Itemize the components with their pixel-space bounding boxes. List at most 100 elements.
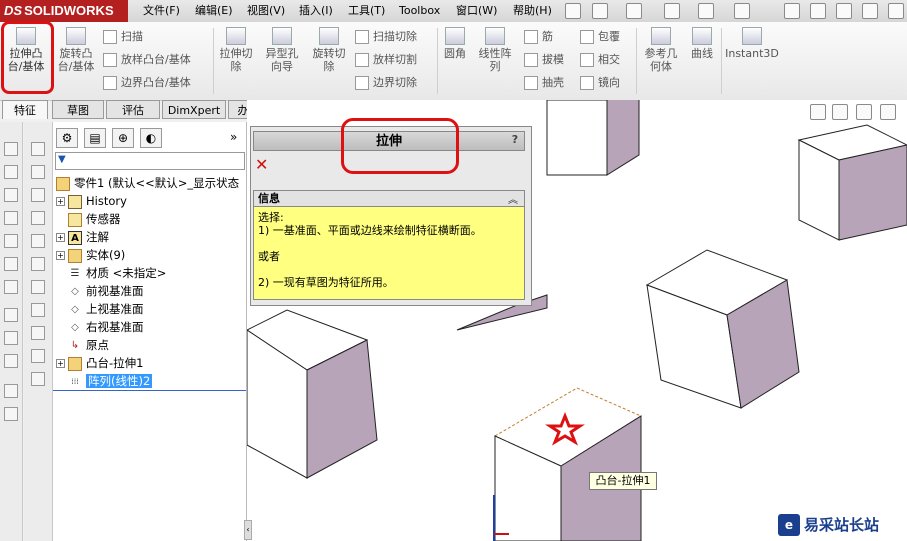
menu-edit[interactable]: 编辑(E) (195, 0, 233, 22)
intersect-button[interactable]: 相交 (580, 51, 620, 69)
undo-icon[interactable] (734, 3, 750, 19)
save-icon[interactable] (664, 3, 680, 19)
feature-tree-tab[interactable]: ⚙ (56, 128, 78, 148)
hole-wizard-button[interactable]: 异型孔向导 (261, 27, 303, 73)
tool-icon[interactable] (4, 308, 18, 322)
tool-icon[interactable] (31, 257, 45, 271)
wrap-button[interactable]: 包覆 (580, 28, 620, 46)
menu-toolbox[interactable]: Toolbox (399, 0, 440, 22)
tree-item-right-plane[interactable]: ◇ 右视基准面 (68, 318, 143, 336)
swept-cut-button[interactable]: 扫描切除 (355, 28, 417, 46)
tool-icon[interactable] (31, 303, 45, 317)
menu-insert[interactable]: 插入(I) (299, 0, 333, 22)
menu-file[interactable]: 文件(F) (143, 0, 180, 22)
pin-icon[interactable] (565, 3, 581, 19)
tool-icon[interactable] (4, 407, 18, 421)
tool-icon[interactable] (31, 188, 45, 202)
rib-button[interactable]: 筋 (524, 28, 553, 46)
tool-icon[interactable] (31, 326, 45, 340)
new-document-icon[interactable] (592, 3, 608, 19)
instant3d-button[interactable]: Instant3D (724, 27, 780, 60)
menu-help[interactable]: 帮助(H) (513, 0, 552, 22)
fillet-button[interactable]: 圆角 (440, 27, 470, 60)
tool-icon[interactable] (4, 142, 18, 156)
rollback-bar[interactable] (53, 390, 246, 391)
expand-icon[interactable]: + (56, 251, 65, 260)
linear-pattern-button[interactable]: 线性阵列 (474, 27, 516, 73)
tool-icon[interactable] (31, 280, 45, 294)
tree-item-origin[interactable]: ↳ 原点 (68, 336, 109, 354)
open-folder-icon[interactable] (626, 3, 642, 19)
curves-button[interactable]: 曲线 (686, 27, 718, 60)
file-properties-icon[interactable] (810, 3, 826, 19)
tool-icon[interactable] (31, 234, 45, 248)
tree-filter-input[interactable] (55, 152, 245, 170)
section-view-icon[interactable] (880, 104, 896, 120)
tree-item-material[interactable]: ☰ 材质 <未指定> (68, 264, 167, 282)
tool-icon[interactable] (31, 165, 45, 179)
tool-icon[interactable] (4, 257, 18, 271)
lofted-cut-button[interactable]: 放样切割 (355, 51, 417, 69)
tool-icon[interactable] (31, 372, 45, 386)
revolve-cut-button[interactable]: 旋转切除 (308, 27, 350, 73)
tab-evaluate[interactable]: 评估 (106, 100, 160, 119)
collapse-icon[interactable]: ︽ (508, 191, 518, 206)
zoom-area-icon[interactable] (832, 104, 848, 120)
menu-window[interactable]: 窗口(W) (456, 0, 497, 22)
tree-item-annotations[interactable]: + A 注解 (56, 228, 109, 246)
tool-icon[interactable] (4, 234, 18, 248)
draft-button[interactable]: 拔模 (524, 51, 564, 69)
tool-icon[interactable] (4, 211, 18, 225)
cancel-icon[interactable]: ✕ (255, 156, 268, 174)
display-manager-tab[interactable]: ◐ (140, 128, 162, 148)
revolve-boss-button[interactable]: 旋转凸台/基体 (55, 27, 97, 73)
tab-sketch[interactable]: 草图 (52, 100, 104, 119)
tree-item-sensors[interactable]: 传感器 (68, 210, 121, 228)
tree-item-top-plane[interactable]: ◇ 上视基准面 (68, 300, 143, 318)
print-icon[interactable] (698, 3, 714, 19)
options-icon[interactable] (836, 3, 852, 19)
expand-icon[interactable]: + (56, 359, 65, 368)
mirror-button[interactable]: 镜向 (580, 74, 620, 92)
reference-geometry-button[interactable]: 参考几何体 (640, 27, 682, 73)
rebuild-icon[interactable] (784, 3, 800, 19)
boundary-boss-button[interactable]: 边界凸台/基体 (103, 74, 191, 92)
tree-item-history[interactable]: + History (56, 192, 127, 210)
tool-icon[interactable] (4, 384, 18, 398)
expand-icon[interactable]: + (56, 197, 65, 206)
info-section-header[interactable]: 信息 (253, 190, 525, 207)
help-icon[interactable]: ? (508, 133, 522, 147)
tree-item-linear-pattern[interactable]: ⁞⁞⁞ 阵列(线性)2 (68, 372, 153, 390)
expand-icon[interactable]: + (56, 233, 65, 242)
zoom-to-fit-icon[interactable] (810, 104, 826, 120)
menu-tools[interactable]: 工具(T) (348, 0, 385, 22)
loft-button[interactable]: 放样凸台/基体 (103, 51, 191, 69)
boundary-cut-button[interactable]: 边界切除 (355, 74, 417, 92)
tab-dimxpert[interactable]: DimXpert (162, 100, 226, 119)
tool-icon[interactable] (4, 188, 18, 202)
overflow-icon[interactable] (888, 3, 904, 19)
shell-button[interactable]: 抽壳 (524, 74, 564, 92)
tool-icon[interactable] (31, 349, 45, 363)
extrude-cut-button[interactable]: 拉伸切除 (216, 27, 256, 73)
panel-expand-icon[interactable]: » (230, 130, 237, 144)
tool-icon[interactable] (31, 142, 45, 156)
property-manager-tab[interactable]: ▤ (84, 128, 106, 148)
tool-icon[interactable] (31, 211, 45, 225)
tool-icon[interactable] (4, 354, 18, 368)
previous-view-icon[interactable] (856, 104, 872, 120)
tree-item-boss-extrude[interactable]: + 凸台-拉伸1 (56, 354, 143, 372)
menu-view[interactable]: 视图(V) (247, 0, 285, 22)
tool-icon[interactable] (4, 165, 18, 179)
tree-root[interactable]: 零件1 (默认<<默认>_显示状态 (56, 174, 239, 192)
tree-item-solid-bodies[interactable]: + 实体(9) (56, 246, 125, 264)
tab-features[interactable]: 特征 (2, 100, 48, 119)
tree-item-front-plane[interactable]: ◇ 前视基准面 (68, 282, 143, 300)
watermark-logo-icon: e (778, 514, 800, 536)
customize-icon[interactable] (862, 3, 878, 19)
tool-icon[interactable] (4, 280, 18, 294)
panel-splitter-handle[interactable]: ‹ (244, 520, 252, 540)
tool-icon[interactable] (4, 331, 18, 345)
configuration-manager-tab[interactable]: ⊕ (112, 128, 134, 148)
sweep-button[interactable]: 扫描 (103, 28, 143, 46)
